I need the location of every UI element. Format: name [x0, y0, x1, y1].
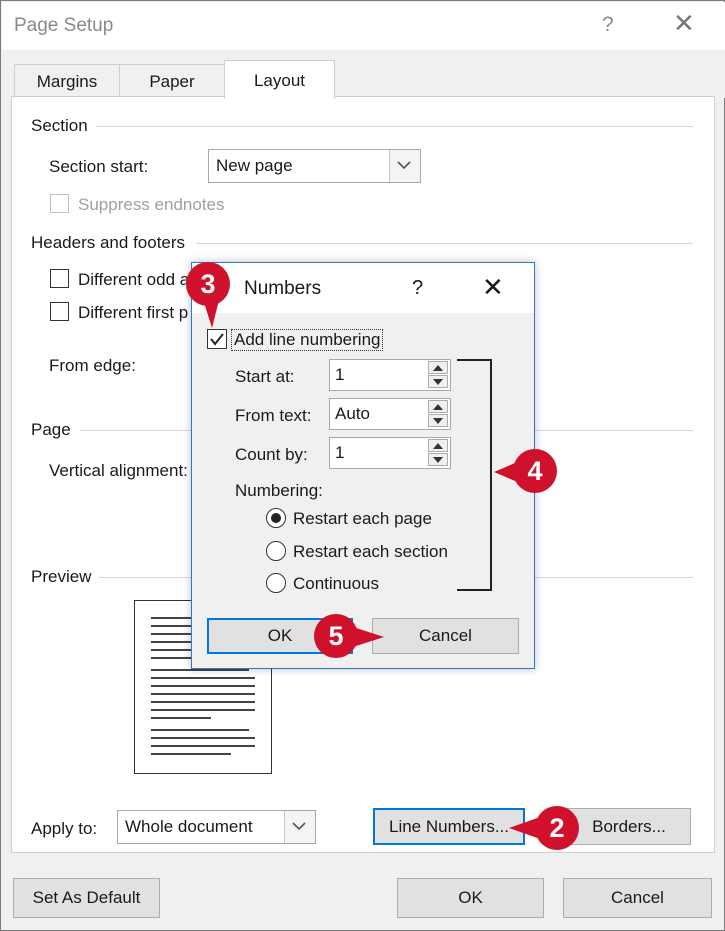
apply-to-value: Whole document [125, 817, 253, 836]
checkmark-icon [210, 333, 224, 346]
ok-button[interactable]: OK [397, 878, 544, 918]
count-by-value: 1 [335, 443, 345, 462]
chevron-down-icon[interactable] [389, 150, 420, 182]
window-title: Page Setup [14, 15, 114, 36]
chevron-down-icon[interactable] [284, 811, 315, 843]
tab-paper[interactable]: Paper [119, 64, 225, 98]
close-icon[interactable]: ✕ [482, 274, 504, 300]
from-text-value: Auto [335, 404, 370, 423]
close-icon[interactable]: ✕ [673, 10, 695, 36]
restart-each-section-label: Restart each section [293, 542, 448, 561]
radio-selected-dot [271, 513, 281, 523]
section-heading: Section [31, 116, 96, 136]
add-line-numbering-label: Add line numbering [231, 329, 384, 351]
set-as-default-button[interactable]: Set As Default [13, 878, 160, 918]
start-at-spinner[interactable]: 1 [329, 359, 451, 391]
apply-to-label: Apply to: [31, 819, 98, 838]
restart-each-section-radio[interactable] [266, 541, 286, 561]
settings-bracket [457, 359, 492, 591]
help-icon[interactable]: ? [602, 13, 614, 37]
start-at-value: 1 [335, 365, 345, 384]
continuous-radio[interactable] [266, 573, 286, 593]
preview-heading: Preview [31, 567, 100, 587]
spin-up-icon[interactable] [428, 400, 448, 413]
spin-down-icon[interactable] [428, 414, 448, 427]
restart-each-page-label: Restart each page [293, 509, 432, 528]
page-heading: Page [31, 420, 79, 440]
apply-to-dropdown[interactable]: Whole document [117, 810, 316, 844]
headers-footers-heading: Headers and footers [31, 233, 194, 253]
callout-5: 5 [314, 614, 358, 658]
tab-strip: Margins Paper Layout [1, 50, 725, 99]
section-start-label: Section start: [49, 157, 149, 176]
help-icon[interactable]: ? [412, 277, 423, 300]
callout-2: 2 [535, 806, 579, 850]
from-text-label: From text: [235, 406, 312, 425]
count-by-spinner[interactable]: 1 [329, 437, 451, 469]
section-start-value: New page [216, 156, 293, 175]
section-divider [95, 126, 693, 127]
line-numbers-button[interactable]: Line Numbers... [373, 808, 525, 845]
callout-4: 4 [513, 449, 557, 493]
callout-3: 3 [186, 262, 230, 306]
different-odd-even-checkbox[interactable] [50, 269, 69, 288]
different-first-page-label: Different first p [78, 303, 189, 322]
add-line-numbering-checkbox[interactable] [207, 329, 227, 349]
suppress-endnotes-checkbox[interactable] [50, 194, 69, 213]
numbering-label: Numbering: [235, 481, 323, 500]
different-odd-even-label: Different odd a [78, 270, 190, 289]
borders-button[interactable]: Borders... [567, 808, 691, 845]
from-text-spinner[interactable]: Auto [329, 398, 451, 430]
line-numbers-title-bar: Numbers ? ✕ [192, 263, 534, 313]
line-numbers-title: Numbers [244, 278, 322, 299]
line-numbers-cancel-button[interactable]: Cancel [372, 618, 519, 654]
section-start-dropdown[interactable]: New page [208, 149, 421, 183]
spin-up-icon[interactable] [428, 439, 448, 452]
from-edge-label: From edge: [49, 356, 136, 375]
tab-layout[interactable]: Layout [224, 60, 335, 99]
spin-down-icon[interactable] [428, 375, 448, 388]
start-at-label: Start at: [235, 367, 295, 386]
suppress-endnotes-label: Suppress endnotes [78, 195, 225, 214]
spin-up-icon[interactable] [428, 361, 448, 374]
tab-margins[interactable]: Margins [14, 64, 120, 98]
spin-down-icon[interactable] [428, 453, 448, 466]
count-by-label: Count by: [235, 445, 308, 464]
headers-divider [196, 243, 693, 244]
restart-each-page-radio[interactable] [266, 508, 286, 528]
vertical-alignment-label: Vertical alignment: [49, 461, 188, 480]
cancel-button[interactable]: Cancel [563, 878, 712, 918]
title-bar: Page Setup ? ✕ [2, 2, 725, 50]
different-first-page-checkbox[interactable] [50, 302, 69, 321]
continuous-label: Continuous [293, 574, 380, 593]
